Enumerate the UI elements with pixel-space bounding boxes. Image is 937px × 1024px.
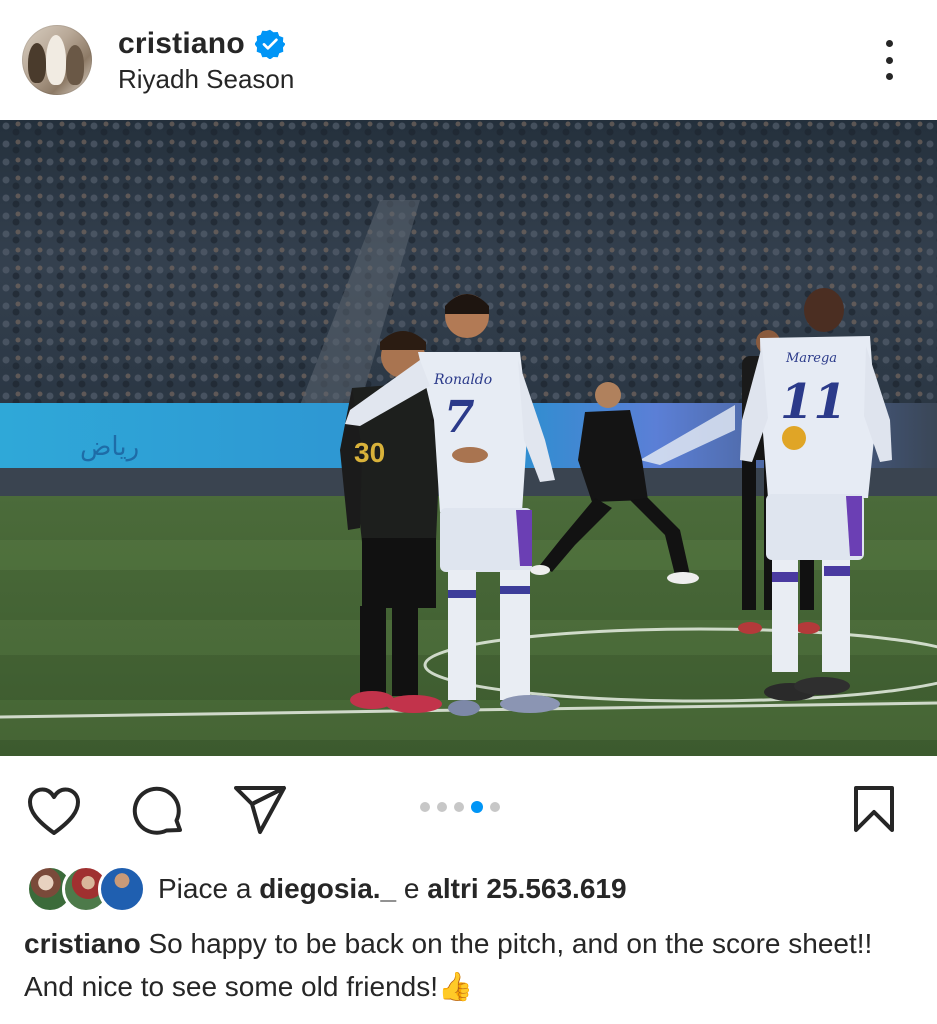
comment-icon[interactable] — [130, 784, 186, 840]
post-caption: cristiano So happy to be back on the pit… — [24, 922, 904, 1008]
post-location[interactable]: Riyadh Season — [118, 64, 294, 95]
jersey-name-right: Marega — [785, 351, 837, 366]
likes-row[interactable]: Piace a diegosia._ e altri 25.563.619 — [26, 865, 627, 913]
carousel-indicator — [420, 801, 500, 813]
thumbs-up-emoji: 👍 — [438, 971, 473, 1002]
post-header: cristiano Riyadh Season — [0, 0, 937, 120]
carousel-dot — [454, 802, 464, 812]
share-icon[interactable] — [232, 784, 288, 836]
carousel-dot-active — [471, 801, 483, 813]
carousel-dot — [490, 802, 500, 812]
profile-avatar[interactable] — [22, 25, 92, 95]
post-photo[interactable]: ﺭﻳﺎﺽ 30 Ronaldo 7 Marega 11 — [0, 120, 937, 756]
jersey-number-right: 11 — [780, 374, 847, 430]
post-username[interactable]: cristiano — [118, 27, 245, 61]
liker-avatar — [98, 865, 146, 913]
heart-icon[interactable] — [26, 786, 82, 838]
caption-username[interactable]: cristiano — [24, 928, 141, 959]
likes-middle: e — [403, 873, 420, 904]
jersey-number-black: 30 — [354, 437, 385, 468]
carousel-dot — [420, 802, 430, 812]
bookmark-icon[interactable] — [852, 784, 896, 834]
verified-badge-icon — [254, 29, 285, 59]
carousel-dot — [437, 802, 447, 812]
more-options-icon[interactable] — [877, 40, 901, 80]
likes-summary: Piace a diegosia._ e altri 25.563.619 — [158, 873, 627, 905]
jersey-name-left: Ronaldo — [433, 372, 492, 388]
action-bar — [0, 756, 937, 864]
jersey-number-left: 7 — [444, 392, 475, 443]
liker-username[interactable]: diegosia._ — [259, 873, 396, 904]
likes-count[interactable]: altri 25.563.619 — [427, 873, 626, 904]
svg-text:ﺭﻳﺎﺽ: ﺭﻳﺎﺽ — [80, 432, 139, 462]
likes-prefix: Piace a — [158, 873, 252, 904]
